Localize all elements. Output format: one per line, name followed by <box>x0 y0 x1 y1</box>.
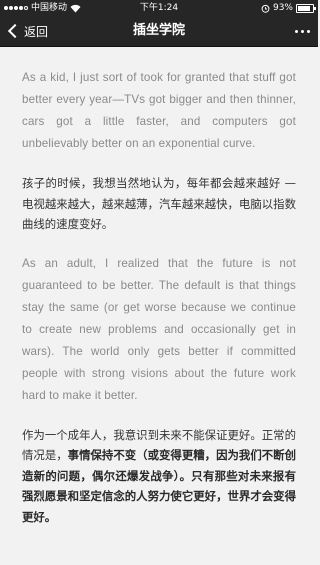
battery-icon <box>296 3 316 13</box>
paragraph-english-1: As a kid, I just sort of took for grante… <box>22 71 296 150</box>
alarm-icon <box>261 4 270 13</box>
status-right: 93% <box>261 0 316 16</box>
battery-percent: 93% <box>272 3 293 13</box>
paragraph-chinese-2: 作为一个成年人，我意识到未来不能保证更好。正常的情况是，事情保持不变（或变得更糟… <box>22 425 296 528</box>
paragraph-chinese-1: 孩子的时候，我想当然地认为，每年都会越来越好 — 电视越来越大，越来越薄，汽车越… <box>22 176 296 231</box>
article-body: As a kid, I just sort of took for grante… <box>0 47 318 527</box>
more-button[interactable] <box>295 16 310 46</box>
status-bar: 中国移动 下午1:24 93% <box>0 0 318 16</box>
more-dots-icon <box>295 29 310 33</box>
paragraph-english-2: As an adult, I realized that the future … <box>22 256 296 402</box>
page-title: 插坐学院 <box>132 23 185 38</box>
nav-bar: 返回 插坐学院 <box>0 16 318 47</box>
